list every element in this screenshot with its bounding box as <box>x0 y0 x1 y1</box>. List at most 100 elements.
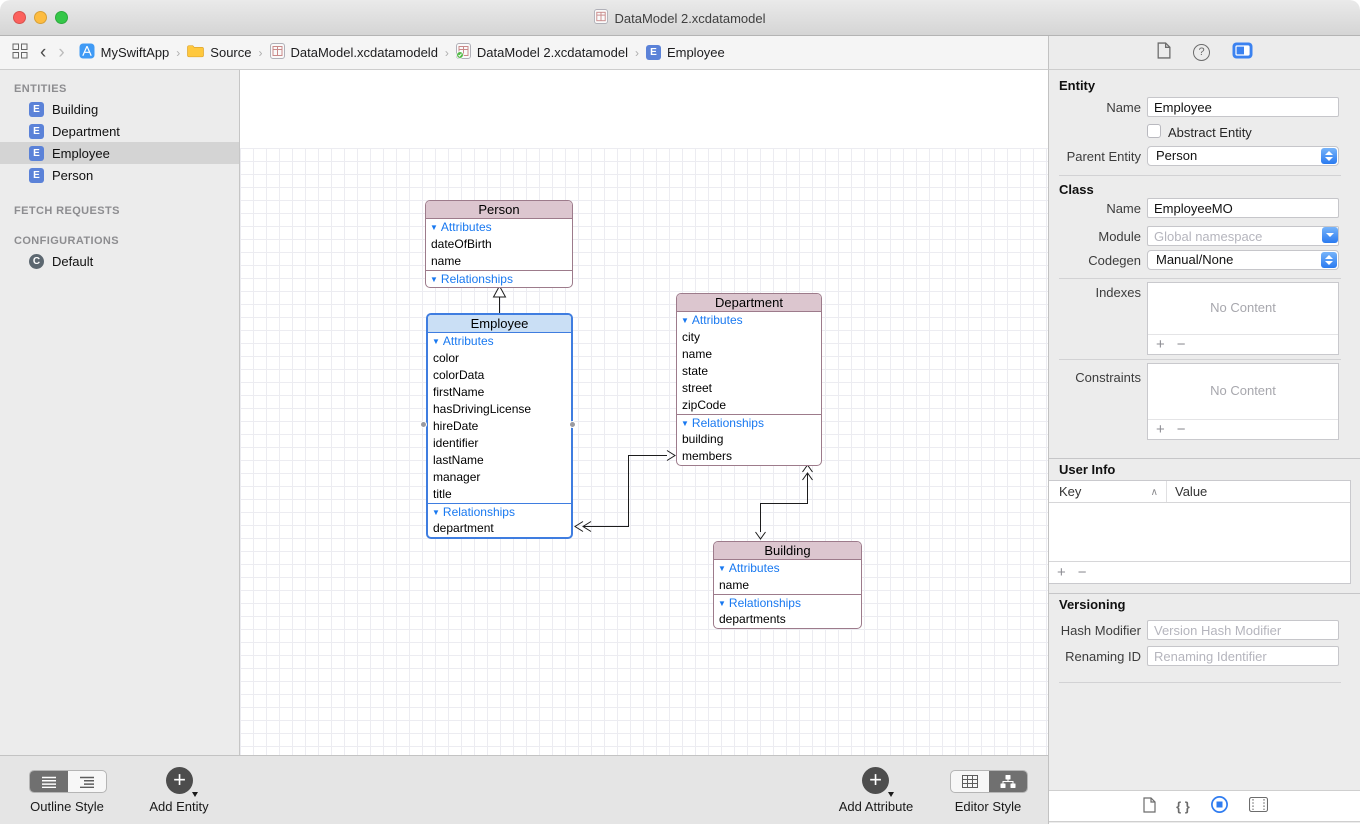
attribute-row[interactable]: street <box>677 380 821 397</box>
inspector-panel: Entity Name Abstract Entity Parent Entit… <box>1048 70 1360 836</box>
plus-icon: + <box>166 767 193 792</box>
attribute-row[interactable]: color <box>428 350 571 367</box>
abstract-entity-checkbox[interactable] <box>1147 124 1161 138</box>
class-name-field[interactable] <box>1147 198 1339 218</box>
window-bottom-edge <box>0 824 1360 836</box>
codegen-popup[interactable]: Manual/None <box>1147 250 1339 270</box>
disclosure-triangle-icon: ▼ <box>718 564 726 573</box>
outline-style-segmented-control <box>29 770 107 793</box>
attribute-row[interactable]: dateOfBirth <box>426 236 572 253</box>
sidebar-item-person[interactable]: E Person <box>0 164 239 186</box>
attribute-row[interactable]: title <box>428 486 571 503</box>
quick-help-inspector-icon[interactable]: { } <box>1176 799 1190 814</box>
sidebar-item-department[interactable]: E Department <box>0 120 239 142</box>
outline-style-hierarchical-segment[interactable] <box>68 771 106 792</box>
forward-icon[interactable]: › <box>58 45 64 61</box>
add-constraint-button[interactable]: + <box>1156 421 1165 438</box>
editor-style-segmented-control <box>950 770 1028 793</box>
attribute-row[interactable]: city <box>677 329 821 346</box>
indexes-empty-text: No Content <box>1148 283 1338 333</box>
add-index-button[interactable]: + <box>1156 336 1165 353</box>
attribute-row[interactable]: manager <box>428 469 571 486</box>
outline-style-flat-segment[interactable] <box>30 771 68 792</box>
sidebar-item-employee[interactable]: E Employee <box>0 142 239 164</box>
attribute-row[interactable]: hasDrivingLicense <box>428 401 571 418</box>
user-info-value-column-header[interactable]: Value <box>1167 481 1207 502</box>
breadcrumb-item-entity[interactable]: E Employee <box>646 45 725 60</box>
relationships-section-header[interactable]: ▼Relationships <box>714 594 861 611</box>
help-icon[interactable]: ? <box>1193 44 1210 61</box>
attributes-section-header[interactable]: ▼Attributes <box>426 219 572 236</box>
attribute-row[interactable]: name <box>426 253 572 270</box>
editor-style-table-segment[interactable] <box>951 771 989 792</box>
sort-ascending-icon: ∧ <box>1151 482 1158 504</box>
add-user-info-button[interactable]: + <box>1057 564 1066 581</box>
attribute-row[interactable]: zipCode <box>677 397 821 414</box>
diagram-canvas[interactable]: Person ▼Attributes dateOfBirth name ▼Rel… <box>240 70 1048 755</box>
editor-style-graph-segment[interactable] <box>989 771 1027 792</box>
breadcrumb-item-group[interactable]: Source <box>187 45 251 61</box>
attribute-row[interactable]: state <box>677 363 821 380</box>
add-entity-button[interactable]: + <box>166 767 193 794</box>
hierarchical-list-icon <box>79 776 95 788</box>
remove-index-button[interactable]: − <box>1177 336 1186 353</box>
entity-box-employee[interactable]: Employee ▼Attributes color colorData fir… <box>426 313 573 539</box>
back-icon[interactable]: ‹ <box>40 45 46 61</box>
breadcrumb-item-datamodel-version[interactable]: DataModel 2.xcdatamodel <box>456 43 628 62</box>
relationships-section-header[interactable]: ▼Relationships <box>428 503 571 520</box>
selection-handle-right[interactable] <box>569 421 576 428</box>
relationship-row[interactable]: members <box>677 448 821 465</box>
attributes-section-header[interactable]: ▼Attributes <box>428 333 571 350</box>
sidebar-item-default-configuration[interactable]: C Default <box>0 250 239 272</box>
attribute-row[interactable]: identifier <box>428 435 571 452</box>
attribute-row[interactable]: name <box>677 346 821 363</box>
parent-entity-popup[interactable]: Person <box>1147 146 1339 166</box>
add-attribute-label: Add Attribute <box>826 799 926 814</box>
document-proxy-icon[interactable] <box>594 9 608 27</box>
popup-stepper-icon <box>1321 148 1337 164</box>
relationship-row[interactable]: building <box>677 431 821 448</box>
attribute-row[interactable]: firstName <box>428 384 571 401</box>
module-combo-field[interactable] <box>1147 226 1339 246</box>
related-items-icon[interactable] <box>12 43 28 62</box>
entity-box-department[interactable]: Department ▼Attributes city name state s… <box>676 293 822 466</box>
entity-box-person[interactable]: Person ▼Attributes dateOfBirth name ▼Rel… <box>425 200 573 288</box>
relationships-section-header[interactable]: ▼Relationships <box>677 414 821 431</box>
datamodel-version-icon <box>456 43 471 62</box>
breadcrumb-separator: › <box>176 46 180 60</box>
add-attribute-button[interactable]: + <box>862 767 889 794</box>
renaming-id-field[interactable] <box>1147 646 1339 666</box>
sidebar-item-building[interactable]: E Building <box>0 98 239 120</box>
attribute-row[interactable]: lastName <box>428 452 571 469</box>
entity-box-building[interactable]: Building ▼Attributes name ▼Relationships… <box>713 541 862 629</box>
breadcrumb-separator: › <box>445 46 449 60</box>
attribute-row[interactable]: hireDate <box>428 418 571 435</box>
selection-handle-left[interactable] <box>420 421 427 428</box>
user-info-table-body[interactable] <box>1049 503 1350 561</box>
breadcrumb-item-project[interactable]: MySwiftApp <box>79 43 170 62</box>
user-info-key-column-header[interactable]: Key ∧ <box>1049 481 1167 502</box>
attribute-row[interactable]: name <box>714 577 861 594</box>
disclosure-triangle-icon: ▼ <box>430 223 438 232</box>
library-icon[interactable] <box>1249 797 1268 815</box>
file-inspector-icon[interactable] <box>1142 797 1156 816</box>
entity-name-field[interactable] <box>1147 97 1339 117</box>
remove-user-info-button[interactable]: − <box>1078 564 1087 581</box>
combo-dropdown-icon[interactable] <box>1322 227 1338 243</box>
flat-list-icon <box>41 776 57 788</box>
relationship-row[interactable]: departments <box>714 611 861 628</box>
inspector-tab-bar: { } <box>1049 790 1360 822</box>
hash-modifier-field[interactable] <box>1147 620 1339 640</box>
breadcrumb-item-datamodeld[interactable]: DataModel.xcdatamodeld <box>270 43 438 62</box>
inspector-toggle-icon[interactable] <box>1232 42 1253 64</box>
attributes-section-header[interactable]: ▼Attributes <box>677 312 821 329</box>
relationships-section-header[interactable]: ▼Relationships <box>426 270 572 287</box>
attribute-row[interactable]: colorData <box>428 367 571 384</box>
remove-constraint-button[interactable]: − <box>1177 421 1186 438</box>
window-titlebar: DataModel 2.xcdatamodel <box>0 0 1360 36</box>
versioning-section-header: Versioning <box>1049 593 1360 615</box>
attributes-section-header[interactable]: ▼Attributes <box>714 560 861 577</box>
relationship-row[interactable]: department <box>428 520 571 537</box>
data-model-inspector-icon[interactable] <box>1210 795 1229 817</box>
document-icon[interactable] <box>1156 42 1171 64</box>
